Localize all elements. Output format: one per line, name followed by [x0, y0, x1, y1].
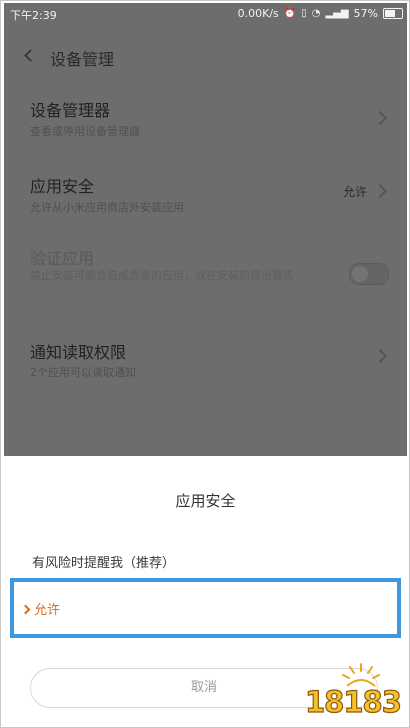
- status-indicators: 0.00K/s ⏰ ▯ ◔ ▂▄▆ 57%: [238, 7, 403, 20]
- dialog-title: 应用安全: [175, 492, 236, 510]
- battery-percent: 57%: [353, 7, 378, 20]
- watermark-logo-graphic: 18183: [304, 663, 403, 720]
- page-title: 设备管理: [50, 50, 115, 69]
- signal-icon: ▂▄▆: [325, 7, 349, 19]
- screenshot-frame: 下午2:39 0.00K/s ⏰ ▯ ◔ ▂▄▆ 57% 设备管理 设备管理器 …: [0, 0, 410, 728]
- chevron-right-icon: [372, 110, 388, 126]
- alarm-icon: ⏰: [283, 7, 297, 19]
- battery-fill: [385, 10, 396, 17]
- wifi-icon: ◔: [311, 7, 321, 19]
- vibrate-icon: ▯: [301, 7, 307, 19]
- title-bar: 设备管理: [4, 33, 407, 77]
- row-subtitle: 2个应用可以读取通知: [30, 366, 136, 379]
- selected-chevron-icon: [20, 604, 31, 615]
- toggle-knob: [352, 266, 368, 282]
- row-title: 通知读取权限: [30, 343, 127, 362]
- row-value: 允许: [342, 185, 367, 199]
- status-time: 下午2:39: [10, 9, 57, 22]
- setting-verify-apps: 验证应用 禁止安装可能会造成危害的应用，或在安装前提出警告: [4, 241, 407, 307]
- option-allow[interactable]: 允许: [10, 578, 401, 638]
- chevron-right-icon: [372, 183, 388, 199]
- row-title: 设备管理器: [30, 101, 111, 120]
- chevron-right-icon: [372, 348, 388, 364]
- watermark-text: 18183: [305, 685, 401, 719]
- row-subtitle: 允许从小米应用商店外安装应用: [30, 201, 184, 214]
- row-title: 验证应用: [30, 249, 95, 268]
- phone-screen: 下午2:39 0.00K/s ⏰ ▯ ◔ ▂▄▆ 57% 设备管理 设备管理器 …: [4, 3, 407, 726]
- network-speed: 0.00K/s: [237, 7, 279, 20]
- battery-icon: [383, 8, 403, 19]
- row-subtitle: 禁止安装可能会造成危害的应用，或在安装前提出警告: [30, 269, 294, 282]
- row-title: 应用安全: [30, 177, 95, 196]
- verify-apps-toggle: [349, 263, 389, 285]
- setting-app-security[interactable]: 应用安全 允许从小米应用商店外安装应用 允许: [4, 167, 407, 223]
- setting-notification-access[interactable]: 通知读取权限 2个应用可以读取通知: [4, 333, 407, 389]
- option-allow-label: 允许: [34, 603, 61, 618]
- watermark-logo: 18183: [303, 656, 403, 722]
- status-bar: 下午2:39 0.00K/s ⏰ ▯ ◔ ▂▄▆ 57%: [4, 3, 407, 25]
- option-warn-on-risk[interactable]: 有风险时提醒我（推荐）: [32, 552, 175, 571]
- row-subtitle: 查看或停用设备管理器: [30, 125, 140, 138]
- setting-device-admin[interactable]: 设备管理器 查看或停用设备管理器: [4, 91, 407, 147]
- back-arrow-icon[interactable]: [24, 49, 37, 62]
